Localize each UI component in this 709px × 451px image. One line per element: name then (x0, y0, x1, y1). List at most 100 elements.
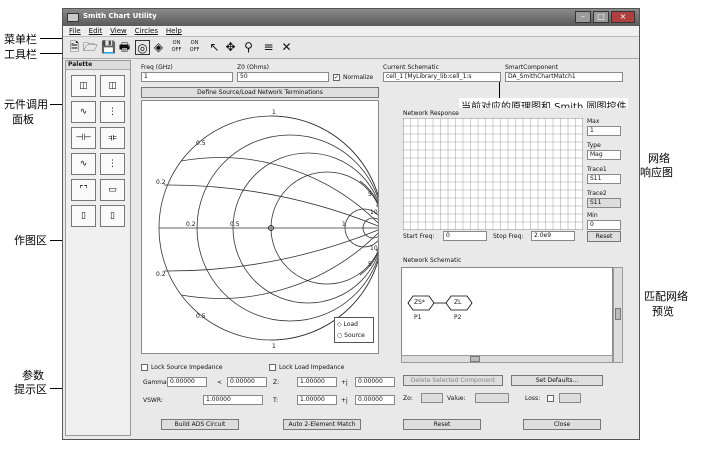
close-icon[interactable]: × (611, 11, 635, 23)
loss-input[interactable] (559, 393, 581, 403)
legend-source-label: Source (344, 332, 365, 339)
z-label: Z: (273, 379, 280, 386)
smith-label-r0.5: 0.5 (230, 221, 240, 228)
scrollbar-thumb[interactable] (470, 356, 480, 362)
new-file-icon[interactable]: 🗎 (67, 40, 82, 55)
loss-label: Loss: (525, 395, 541, 402)
save-icon[interactable]: 💾 (101, 40, 116, 55)
zoom-icon[interactable]: ⚲ (241, 40, 256, 55)
delete-component-button[interactable]: Delete Selected Component (403, 375, 503, 386)
pointer-icon[interactable]: ↖ (207, 40, 222, 55)
gamma-magnitude-input[interactable]: 0.00000 (167, 377, 207, 387)
legend-source: ○ Source (337, 332, 365, 339)
schematic-vertical-scrollbar[interactable] (613, 267, 623, 363)
stop-freq-input[interactable]: 2.0e9 (531, 231, 575, 241)
network-response-panel: Network Response Start Freq: 0 Stop Freq… (401, 108, 637, 250)
maximize-icon[interactable]: □ (593, 11, 609, 23)
circles-off-icon[interactable]: ON OFF (187, 40, 202, 55)
network-schematic-panel[interactable]: ZS* ZL P1 P2 (401, 267, 613, 363)
t-real-input[interactable]: 1.00000 (297, 395, 337, 405)
menu-help[interactable]: Help (166, 26, 182, 37)
vswr-input[interactable]: 1.00000 (203, 395, 263, 405)
palette-series-inductor-button[interactable]: ∿ (71, 101, 96, 123)
start-freq-input[interactable]: 0 (443, 231, 487, 241)
smith-chart-plot-area[interactable]: 1 0.5 0.2 5 10 0.2 0.5 1 0.2 0.5 1 5 10 … (141, 100, 385, 354)
palette-short-stub-button[interactable]: ▯ (100, 205, 125, 227)
z-imag-input[interactable]: 0.00000 (355, 377, 395, 387)
delete-icon[interactable]: ✕ (279, 40, 294, 55)
current-schematic-select[interactable]: cell_1 [MyLibrary_lib:cell_1:s (383, 72, 501, 82)
palette-transformer-button[interactable]: ⌜⌝ (71, 179, 96, 201)
trace2-select[interactable]: S11 (587, 198, 621, 208)
smith-label-5-top: 5 (368, 191, 372, 198)
menu-circles[interactable]: Circles (135, 26, 158, 37)
annotation-params-2: 提示区 (14, 383, 47, 396)
minimize-icon[interactable]: – (575, 11, 591, 23)
scrollbar-thumb[interactable] (615, 308, 621, 320)
gamma-angle-input[interactable]: 0.00000 (227, 377, 267, 387)
legend-load-label: Load (343, 321, 358, 328)
menu-view[interactable]: View (110, 26, 127, 37)
palette-tline-button[interactable]: ▭ (100, 179, 125, 201)
palette-shunt-resistor-button[interactable]: ⋮ (100, 153, 125, 175)
annotation-palette-2: 面板 (12, 113, 34, 126)
zo-input[interactable] (421, 393, 443, 403)
max-input[interactable]: 1 (587, 126, 621, 136)
annotation-plot: 作图区 (14, 234, 47, 247)
smith-chart-z-icon[interactable]: ◎ (135, 40, 150, 55)
reset-button[interactable]: Reset (403, 419, 481, 430)
response-reset-button[interactable]: Reset (587, 231, 621, 242)
move-icon[interactable]: ✥ (223, 40, 238, 55)
loss-checkbox[interactable] (547, 395, 554, 402)
min-input[interactable]: 0 (587, 220, 621, 230)
circles-on-icon[interactable]: ON OFF (169, 40, 184, 55)
t-imag-input[interactable]: 0.00000 (355, 395, 395, 405)
schematic-horizontal-scrollbar[interactable] (401, 355, 613, 363)
value-input[interactable] (475, 393, 509, 403)
zl-port-label[interactable]: ZL (454, 299, 461, 306)
normalize-checkbox[interactable]: ✓ (333, 74, 340, 81)
palette-series-capacitor-button[interactable]: ⊣⊢ (71, 127, 96, 149)
zs-port-label[interactable]: ZS* (414, 299, 425, 306)
palette-series-resistor-button[interactable]: ∿ (71, 153, 96, 175)
define-terminations-button[interactable]: Define Source/Load Network Terminations (141, 87, 379, 98)
smart-component-select[interactable]: DA_SmithChartMatch1 (505, 72, 623, 82)
annotation-match-2: 预览 (652, 305, 674, 318)
network-response-title: Network Response (403, 110, 459, 117)
menu-file[interactable]: File (69, 26, 81, 37)
z0-label: Z0 (Ohms) (237, 64, 270, 71)
title-bar: Smith Chart Utility – □ × (63, 9, 639, 26)
palette-shunt-l-button[interactable]: ◫ (100, 75, 125, 97)
smith-label-bottom: 1 (272, 343, 276, 350)
palette-shunt-capacitor-button[interactable]: ⟚ (100, 127, 125, 149)
trace1-select[interactable]: S11 (587, 174, 621, 184)
palette-open-stub-button[interactable]: ▯ (71, 205, 96, 227)
palette-series-l-button[interactable]: ◫ (71, 75, 96, 97)
smith-label-r0.2: 0.2 (186, 221, 196, 228)
print-icon[interactable]: 🖶 (117, 40, 132, 55)
network-response-grid[interactable] (403, 118, 583, 230)
lock-load-checkbox[interactable] (269, 364, 276, 371)
gamma-angle-symbol: < (217, 379, 223, 386)
lock-source-checkbox[interactable] (141, 364, 148, 371)
z0-input[interactable]: 50 (237, 72, 329, 82)
palette-shunt-inductor-button[interactable]: ⋮ (100, 101, 125, 123)
z-real-input[interactable]: 1.00000 (297, 377, 337, 387)
open-folder-icon[interactable]: 🗁 (83, 40, 98, 55)
menu-edit[interactable]: Edit (89, 26, 103, 37)
annotation-response-2: 响应图 (640, 166, 673, 179)
freq-input[interactable]: 1 (141, 72, 233, 82)
z-imag-symbol: +j (341, 379, 348, 386)
grid-icon[interactable]: ≡ (261, 40, 276, 55)
auto-match-button[interactable]: Auto 2-Element Match (283, 419, 361, 430)
close-button[interactable]: Close (523, 419, 601, 430)
smith-chart-y-icon[interactable]: ◈ (151, 40, 166, 55)
type-select[interactable]: Mag (587, 150, 621, 160)
smith-label-0.2-bottom: 0.2 (156, 271, 166, 278)
t-imag-symbol: +j (341, 397, 348, 404)
trace2-label: Trace2 (587, 190, 607, 197)
p1-label: P1 (414, 314, 422, 321)
build-ads-circuit-button[interactable]: Build ADS Circuit (161, 419, 239, 430)
component-palette: Palette ◫ ◫ ∿ ⋮ ⊣⊢ ⟚ ∿ ⋮ ⌜⌝ ▭ ▯ ▯ (65, 60, 131, 436)
set-defaults-button[interactable]: Set Defaults... (511, 375, 603, 386)
